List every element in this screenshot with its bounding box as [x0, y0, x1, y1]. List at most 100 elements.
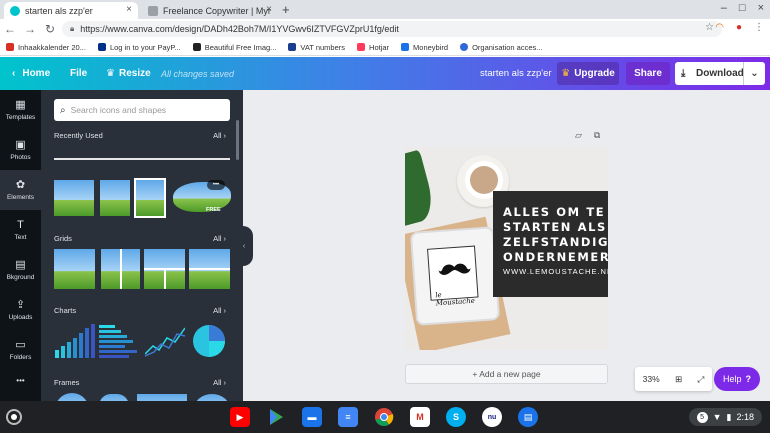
grid-thumbnail[interactable] [54, 249, 95, 289]
help-button[interactable]: Help ? [714, 367, 760, 391]
duplicate-page-icon[interactable]: ⧉ [594, 130, 600, 141]
rail-item-more[interactable]: ••• [0, 368, 41, 392]
play-store-icon[interactable] [266, 407, 286, 427]
forward-icon[interactable]: → [20, 22, 40, 36]
tab-starten-als-zzper[interactable]: starten als zzp'er × [4, 2, 138, 19]
frame-thumbnail[interactable] [194, 394, 230, 401]
resize-button[interactable]: ♛ Resize [106, 57, 151, 90]
close-window-icon[interactable]: × [758, 2, 764, 14]
files-icon[interactable]: ▬ [302, 407, 322, 427]
app-icon[interactable]: nu [482, 407, 502, 427]
panel-scrollbar[interactable] [236, 120, 239, 160]
grid-thumbnail[interactable] [189, 249, 230, 289]
back-icon[interactable]: ← [0, 22, 20, 36]
minimize-icon[interactable]: – [721, 2, 727, 14]
search-box[interactable]: ⌕ [54, 99, 230, 121]
grid-thumbnail[interactable] [99, 249, 140, 289]
frame-thumbnail[interactable] [99, 394, 129, 401]
new-tab-button[interactable]: + [282, 2, 290, 17]
upgrade-button[interactable]: ♛ Upgrade [557, 62, 619, 85]
element-thumbnail[interactable] [54, 180, 94, 216]
bookmark-star-icon[interactable]: ☆ [705, 22, 714, 33]
text-icon: T [17, 218, 24, 231]
status-tray[interactable]: 5 ▼ ▮ 2:18 [688, 408, 762, 426]
rail-item-text[interactable]: T Text [0, 210, 41, 250]
more-icon: ••• [16, 375, 25, 385]
tablet-image: le Moustache [409, 226, 501, 326]
zoom-level[interactable]: 33% [643, 374, 660, 384]
line-chart-thumbnail[interactable] [145, 324, 185, 358]
maximize-icon[interactable]: □ [739, 2, 746, 14]
see-all-recently-used[interactable]: All › [213, 131, 226, 140]
rail-item-photos[interactable]: ▣ Photos [0, 130, 41, 170]
reload-icon[interactable]: ↻ [40, 22, 60, 36]
plant-leaf-image [405, 149, 438, 227]
file-menu-button[interactable]: File [70, 57, 87, 90]
rail-item-folders[interactable]: ▭ Folders [0, 330, 41, 370]
tab-title: Freelance Copywriter | Myra Kot [163, 5, 271, 16]
frame-thumbnail[interactable] [137, 394, 187, 401]
bookmark-item[interactable]: Moneybird [401, 43, 448, 52]
line-element[interactable] [54, 158, 230, 160]
pie-chart-thumbnail[interactable] [192, 324, 226, 358]
omnibox[interactable]: 🔒︎ https://www.canva.com/design/DADh42Bo… [62, 21, 722, 37]
share-button[interactable]: Share [626, 62, 670, 85]
zoom-controls: 33% ⊞ ⤢ [635, 367, 712, 391]
bookmark-item[interactable]: Log in to your PayP... [97, 43, 181, 52]
tab-title: starten als zzp'er [25, 5, 93, 16]
horizontal-bar-chart-thumbnail[interactable] [99, 324, 139, 358]
home-button[interactable]: ‹ Home [12, 57, 50, 90]
menu-icon[interactable]: ⋮ [754, 22, 764, 33]
tab-freelance-copywriter[interactable]: Freelance Copywriter | Myra Kot × [142, 2, 278, 19]
profile-icon[interactable]: ● [736, 22, 742, 33]
bookmark-item[interactable]: Inhaakkalender 20... [6, 43, 86, 52]
grid-view-icon[interactable]: ⊞ [675, 374, 682, 385]
grid-thumbnail[interactable] [144, 249, 185, 289]
bookmark-item[interactable]: Hotjar [357, 43, 389, 52]
search-icon: ⌕ [60, 104, 66, 116]
chevron-down-icon[interactable]: ⌄ [743, 62, 765, 85]
design-page[interactable]: le Moustache ALLES OM TE STARTEN ALS ZEL… [405, 147, 608, 350]
close-tab-icon[interactable]: × [266, 4, 272, 15]
headline-line: ALLES OM TE [503, 205, 606, 219]
headline-textbox[interactable]: ALLES OM TE STARTEN ALS ZELFSTANDIG ONDE… [493, 191, 608, 297]
rail-item-background[interactable]: ▤ Bkground [0, 250, 41, 290]
design-title[interactable]: starten als zzp'er [480, 57, 552, 90]
more-options-icon[interactable]: ••• [207, 180, 225, 190]
tab-strip: starten als zzp'er × Freelance Copywrite… [0, 0, 770, 19]
organisation-icon [460, 43, 469, 51]
rail-item-uploads[interactable]: ⇪ Uploads [0, 290, 41, 330]
bar-chart-thumbnail[interactable] [54, 324, 96, 358]
docs-icon[interactable]: ≡ [338, 407, 358, 427]
page-notes-icon[interactable]: ▱ [575, 130, 582, 141]
section-title-grids: Grids [54, 234, 72, 243]
rail-item-elements[interactable]: ✿ Elements [0, 170, 41, 210]
chrome-icon[interactable] [374, 407, 394, 427]
add-page-button[interactable]: + Add a new page [405, 364, 608, 384]
gmail-icon[interactable]: M [410, 407, 430, 427]
youtube-icon[interactable]: ▶ [230, 407, 250, 427]
bookmark-item[interactable]: Organisation acces... [460, 43, 543, 52]
messages-icon[interactable]: ▤ [518, 407, 538, 427]
close-tab-icon[interactable]: × [126, 4, 132, 15]
search-input[interactable] [70, 105, 221, 115]
extension-icon[interactable]: ◠ [715, 22, 724, 33]
lock-icon: 🔒︎ [70, 24, 75, 33]
element-thumbnail[interactable] [134, 178, 166, 218]
frame-thumbnail[interactable] [55, 393, 89, 401]
fullscreen-icon[interactable]: ⤢ [698, 374, 705, 385]
section-title-charts: Charts [54, 306, 77, 315]
element-thumbnail[interactable] [100, 180, 130, 216]
templates-icon: ▦ [15, 98, 26, 111]
bookmark-item[interactable]: VAT numbers [288, 43, 345, 52]
see-all-frames[interactable]: All › [213, 378, 226, 387]
download-button[interactable]: ⤓ Download ⌄ [675, 62, 765, 85]
see-all-grids[interactable]: All › [213, 234, 226, 243]
canva-favicon-icon [10, 5, 20, 16]
collapse-panel-button[interactable]: ‹ [235, 226, 253, 266]
skype-icon[interactable]: S [446, 407, 466, 427]
see-all-charts[interactable]: All › [213, 306, 226, 315]
launcher-icon[interactable] [6, 409, 22, 425]
bookmark-item[interactable]: Beautiful Free Imag... [192, 43, 276, 52]
rail-item-templates[interactable]: ▦ Templates [0, 90, 41, 130]
